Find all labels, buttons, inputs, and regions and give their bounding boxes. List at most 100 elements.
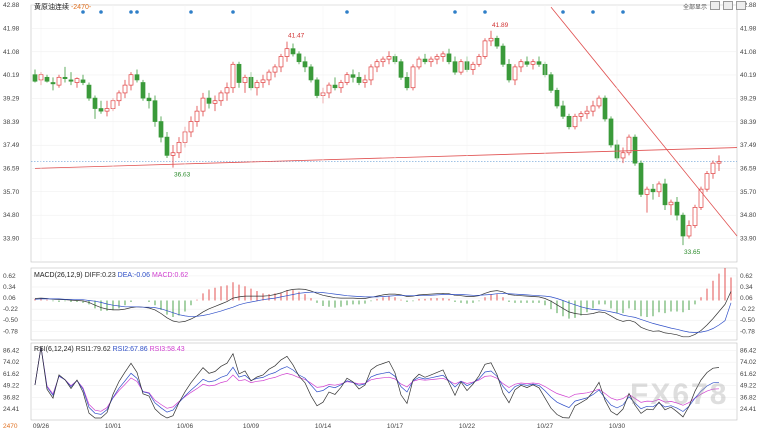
- candle-body: [656, 183, 662, 193]
- candle-body: [524, 61, 530, 65]
- candle-body: [242, 76, 248, 83]
- chart-header: 黄原油连续 -2470-: [34, 2, 91, 12]
- toolbar-label[interactable]: 全部显示: [683, 2, 707, 11]
- rsi2-line: [34, 346, 720, 415]
- candle-body: [356, 76, 362, 83]
- candle-body: [572, 115, 578, 128]
- x-tick-label: 10/01: [105, 423, 122, 430]
- candle-body: [680, 214, 686, 237]
- macd-legend: MACD(26,12,9) DIFF:0.23 DEA:-0.06 MACD:0…: [34, 272, 189, 279]
- price-tick-right: 38.39: [740, 119, 757, 126]
- candle-body: [302, 61, 308, 68]
- trendline: [34, 147, 738, 169]
- candle-body: [602, 97, 608, 120]
- candle-body: [122, 84, 128, 94]
- zoom-out-icon[interactable]: [723, 1, 733, 10]
- x-tick-label: 10/17: [387, 423, 404, 430]
- candle-body: [116, 92, 122, 102]
- candle-body: [278, 56, 284, 68]
- price-annotation: 36.63: [174, 172, 191, 179]
- price-tick-left: 35.70: [3, 189, 20, 196]
- candle-body: [548, 74, 554, 91]
- event-dot: [99, 10, 103, 14]
- candle-body: [86, 84, 92, 99]
- macd-tick-right: -0.78: [740, 328, 755, 335]
- macd-tick-left: -0.78: [3, 328, 18, 335]
- candle-body: [428, 58, 434, 63]
- candle-body: [380, 58, 386, 63]
- rsi-legend: RSI(6,12,24) RSI1:79.62 RSI2:67.86 RSI3:…: [34, 346, 185, 353]
- event-dot: [453, 10, 457, 14]
- zoom-in-icon[interactable]: [710, 1, 720, 10]
- candle-body: [296, 53, 302, 63]
- candle-body: [470, 63, 476, 70]
- kline-chart[interactable]: 42.88 42.88 41.98 41.98 41.08 41.08 40.19 40.19…: [0, 0, 760, 431]
- candle-body: [458, 61, 464, 73]
- candle-body: [146, 97, 152, 102]
- price-tick-right: 39.29: [740, 95, 757, 102]
- candle-body: [32, 74, 38, 82]
- trendline: [550, 6, 738, 237]
- x-tick-label: 09/26: [33, 423, 50, 430]
- candle-body: [434, 56, 440, 60]
- price-tick-left: 37.49: [3, 142, 20, 149]
- price-tick-left: 41.08: [3, 49, 20, 56]
- rsi3-value: 58.43: [167, 346, 185, 353]
- macd-tick-right: 0.34: [740, 284, 753, 291]
- price-tick-right: 40.19: [740, 72, 757, 79]
- candle-body: [272, 66, 278, 73]
- macd-dea-value: -0.06: [134, 272, 150, 279]
- candle-body: [326, 84, 332, 94]
- price-tick-left: 33.90: [3, 236, 20, 243]
- macd-tick-left: 0.06: [3, 295, 16, 302]
- candle-body: [644, 188, 650, 195]
- candle-body: [674, 201, 680, 216]
- candle-body: [512, 66, 518, 81]
- candle-body: [596, 97, 602, 107]
- candle-body: [332, 84, 338, 89]
- candle-body: [422, 58, 428, 63]
- event-dot: [129, 10, 133, 14]
- candle-body: [188, 121, 194, 133]
- candle-body: [200, 97, 206, 112]
- price-tick-right: 37.49: [740, 142, 757, 149]
- candle-body: [494, 37, 500, 47]
- candle-body: [56, 76, 62, 86]
- x-tick-label: 10/30: [609, 423, 626, 430]
- macd-label: MACD(26,12,9): [34, 272, 83, 279]
- candle-body: [620, 152, 626, 159]
- x-tick-label: 10/14: [315, 423, 332, 430]
- candle-body: [62, 76, 68, 79]
- event-dot: [345, 10, 349, 14]
- candle-body: [266, 71, 272, 81]
- candle-body: [152, 100, 158, 122]
- rsi-tick-right: 24.41: [740, 406, 757, 413]
- rsi-tick-left: 74.02: [3, 359, 20, 366]
- rsi-tick-right: 36.82: [740, 394, 757, 401]
- candle-body: [218, 92, 224, 102]
- candle-body: [206, 97, 212, 104]
- price-tick-left: 38.39: [3, 119, 20, 126]
- rsi-tick-left: 49.22: [3, 383, 20, 390]
- candle-body: [416, 58, 422, 68]
- candle-body: [482, 40, 488, 57]
- candle-body: [518, 61, 524, 68]
- x-tick-label: 10/27: [537, 423, 554, 430]
- candle-body: [80, 79, 86, 83]
- chart-svg[interactable]: 42.88 42.8841.98 41.9841.08 41.0840.19 40.19…: [0, 0, 760, 431]
- candle-body: [284, 48, 290, 57]
- settings-icon[interactable]: [736, 1, 746, 10]
- rsi-tick-right: 86.42: [740, 347, 757, 354]
- price-tick-right: 35.70: [740, 189, 757, 196]
- candle-body: [584, 110, 590, 115]
- candle-body: [578, 113, 584, 117]
- event-dot: [483, 10, 487, 14]
- rsi-tick-left: 36.82: [3, 394, 20, 401]
- rsi-tick-left: 86.42: [3, 347, 20, 354]
- candle-body: [476, 56, 482, 65]
- event-dot: [621, 10, 625, 14]
- macd-tick-left: -0.22: [3, 306, 18, 313]
- candle-body: [638, 162, 644, 195]
- event-dot: [135, 10, 139, 14]
- chart-toolbar: 全部显示: [683, 1, 746, 11]
